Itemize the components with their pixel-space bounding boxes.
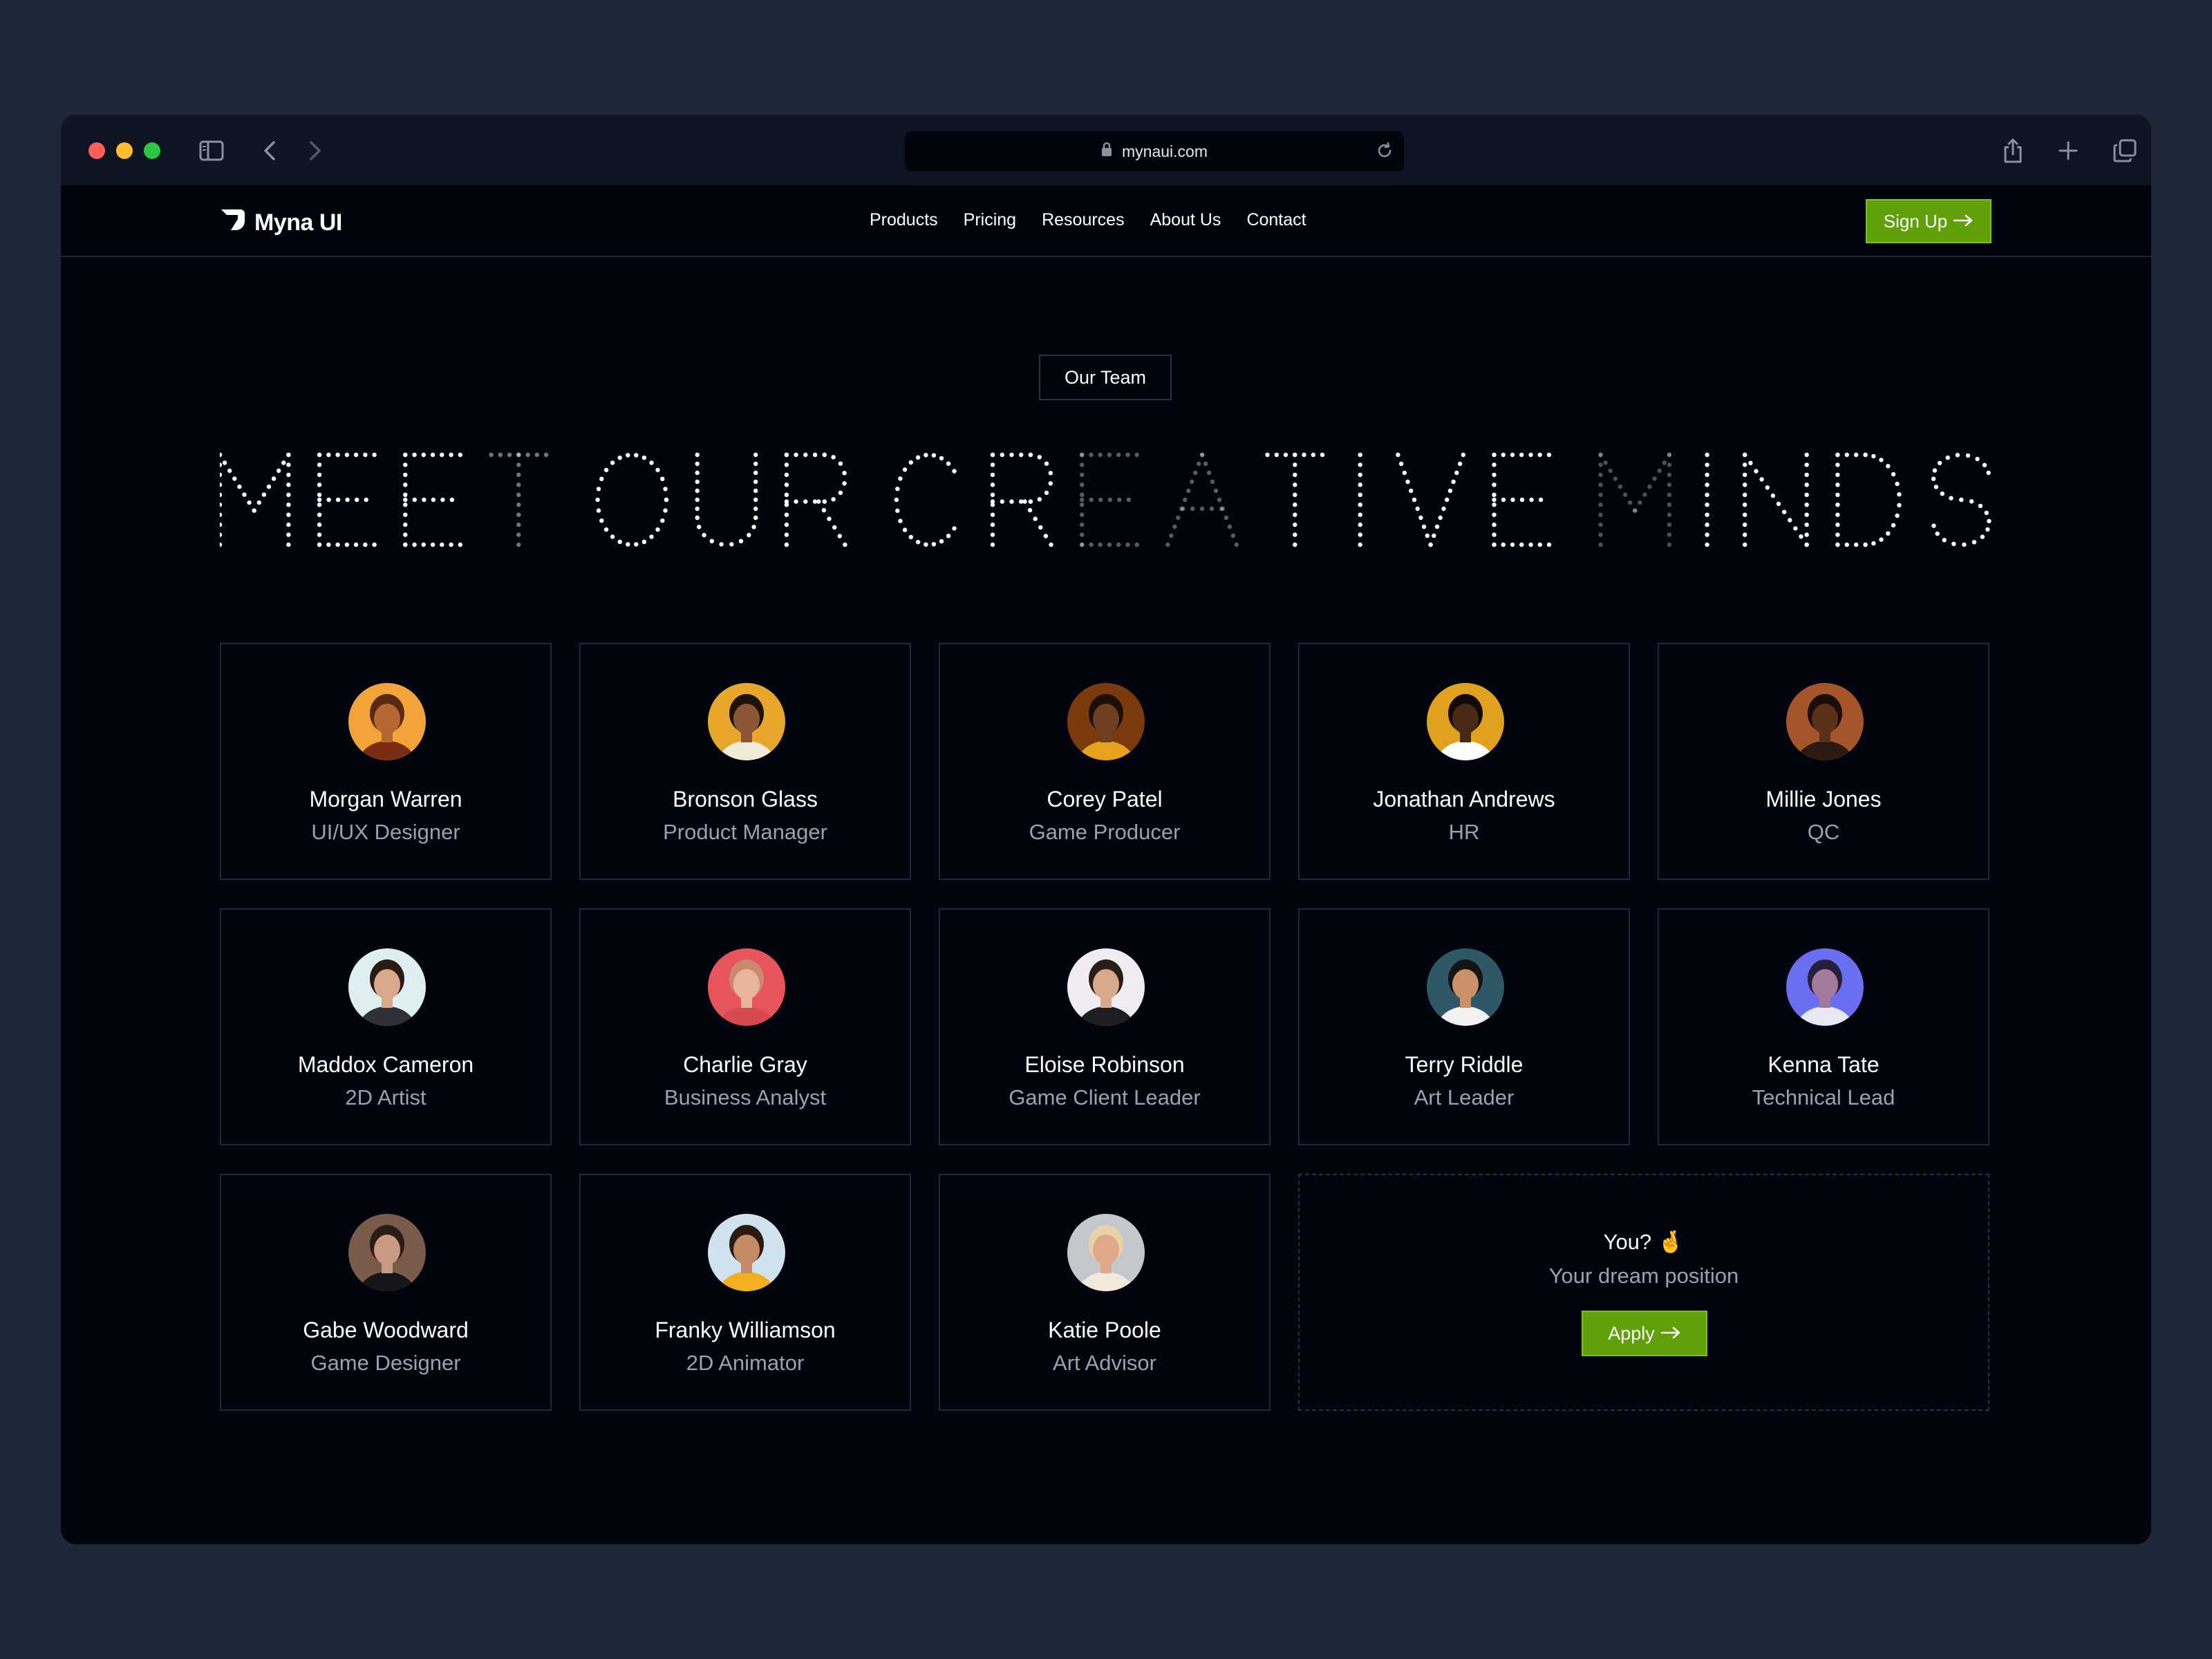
team-member-card[interactable]: Millie Jones QC bbox=[1658, 643, 1989, 880]
avatar bbox=[348, 1214, 426, 1291]
back-chevron-icon[interactable] bbox=[254, 135, 285, 166]
apply-label: Apply bbox=[1608, 1322, 1655, 1344]
reload-icon[interactable] bbox=[1375, 141, 1394, 165]
member-name: Gabe Woodward bbox=[303, 1318, 469, 1342]
tab-overview-icon[interactable] bbox=[2110, 135, 2140, 166]
member-name: Charlie Gray bbox=[683, 1052, 807, 1077]
menu-item-contact[interactable]: Contact bbox=[1246, 210, 1306, 230]
avatar bbox=[1067, 1214, 1145, 1291]
menu-item-about-us[interactable]: About Us bbox=[1150, 210, 1221, 230]
member-role: Game Producer bbox=[1029, 820, 1181, 844]
myna-logo-icon bbox=[220, 207, 247, 238]
avatar bbox=[1786, 948, 1864, 1026]
address-bar[interactable]: mynaui.com bbox=[905, 131, 1404, 171]
member-name: Terry Riddle bbox=[1405, 1052, 1524, 1077]
apply-button[interactable]: Apply bbox=[1582, 1311, 1707, 1356]
menu-item-resources[interactable]: Resources bbox=[1042, 210, 1125, 230]
avatar bbox=[708, 683, 785, 760]
avatar bbox=[348, 948, 426, 1026]
main-menu: Products Pricing Resources About Us Cont… bbox=[870, 210, 1306, 230]
browser-toolbar: mynaui.com bbox=[61, 115, 2151, 185]
team-member-card[interactable]: Eloise Robinson Game Client Leader bbox=[939, 908, 1271, 1145]
member-role: Product Manager bbox=[663, 820, 827, 844]
member-role: QC bbox=[1807, 820, 1840, 844]
member-role: Game Client Leader bbox=[1009, 1085, 1201, 1109]
member-name: Corey Patel bbox=[1047, 787, 1163, 812]
team-member-card[interactable]: Gabe Woodward Game Designer bbox=[220, 1174, 552, 1411]
menu-item-products[interactable]: Products bbox=[870, 210, 938, 230]
team-member-card[interactable]: Katie Poole Art Advisor bbox=[939, 1174, 1271, 1411]
arrow-right-icon bbox=[1953, 211, 1974, 232]
join-title: You? 🤞 bbox=[1603, 1230, 1685, 1254]
sidebar-toggle-icon[interactable] bbox=[196, 135, 227, 166]
lock-icon bbox=[1101, 142, 1112, 161]
member-name: Kenna Tate bbox=[1768, 1052, 1880, 1077]
sign-up-button[interactable]: Sign Up bbox=[1866, 199, 1991, 243]
arrow-right-icon bbox=[1660, 1323, 1681, 1344]
member-name: Maddox Cameron bbox=[297, 1052, 474, 1077]
forward-chevron-icon[interactable] bbox=[300, 135, 330, 166]
team-member-card[interactable]: Maddox Cameron 2D Artist bbox=[220, 908, 552, 1145]
avatar bbox=[708, 1214, 785, 1291]
close-window-button[interactable] bbox=[88, 142, 105, 159]
member-name: Katie Poole bbox=[1048, 1318, 1161, 1342]
member-role: Art Leader bbox=[1414, 1085, 1515, 1109]
avatar bbox=[1427, 683, 1504, 760]
member-name: Millie Jones bbox=[1765, 787, 1882, 812]
join-subtitle: Your dream position bbox=[1548, 1264, 1739, 1288]
team-member-card[interactable]: Corey Patel Game Producer bbox=[939, 643, 1271, 880]
team-member-card[interactable]: Kenna Tate Technical Lead bbox=[1658, 908, 1989, 1145]
sign-up-label: Sign Up bbox=[1883, 210, 1948, 232]
share-icon[interactable] bbox=[1998, 135, 2028, 166]
avatar bbox=[1786, 683, 1864, 760]
member-name: Morgan Warren bbox=[309, 787, 462, 812]
url-text: mynaui.com bbox=[1122, 142, 1208, 160]
team-member-card[interactable]: Franky Williamson 2D Animator bbox=[579, 1174, 911, 1411]
member-name: Bronson Glass bbox=[673, 787, 818, 812]
member-name: Eloise Robinson bbox=[1024, 1052, 1185, 1077]
member-role: HR bbox=[1448, 820, 1480, 844]
new-tab-plus-icon[interactable] bbox=[2053, 135, 2083, 166]
maximize-window-button[interactable] bbox=[144, 142, 160, 159]
member-role: Game Designer bbox=[310, 1351, 461, 1375]
site-logo[interactable]: Myna UI bbox=[220, 207, 342, 238]
menu-item-pricing[interactable]: Pricing bbox=[964, 210, 1016, 230]
member-role: Business Analyst bbox=[664, 1085, 827, 1109]
avatar bbox=[1067, 948, 1145, 1026]
team-member-card[interactable]: Charlie Gray Business Analyst bbox=[579, 908, 911, 1145]
member-role: 2D Animator bbox=[686, 1351, 805, 1375]
logo-text: Myna UI bbox=[254, 209, 342, 236]
team-member-card[interactable]: Bronson Glass Product Manager bbox=[579, 643, 911, 880]
member-role: Art Advisor bbox=[1053, 1351, 1156, 1375]
member-name: Jonathan Andrews bbox=[1373, 787, 1555, 812]
avatar bbox=[1427, 948, 1504, 1026]
site-header: Myna UI Products Pricing Resources About… bbox=[61, 185, 2151, 257]
avatar bbox=[1067, 683, 1145, 760]
member-role: 2D Artist bbox=[345, 1085, 427, 1109]
avatar bbox=[708, 948, 785, 1026]
page-headline bbox=[220, 452, 1991, 547]
minimize-window-button[interactable] bbox=[116, 142, 133, 159]
member-role: Technical Lead bbox=[1752, 1085, 1895, 1109]
member-name: Franky Williamson bbox=[655, 1318, 836, 1342]
join-team-card: You? 🤞 Your dream position Apply bbox=[1298, 1174, 1989, 1411]
team-member-card[interactable]: Jonathan Andrews HR bbox=[1298, 643, 1630, 880]
avatar bbox=[348, 683, 426, 760]
browser-window: mynaui.com Myna UI Products Pricing Reso… bbox=[61, 115, 2151, 1544]
member-role: UI/UX Designer bbox=[311, 820, 460, 844]
section-badge: Our Team bbox=[1039, 355, 1172, 400]
team-member-card[interactable]: Terry Riddle Art Leader bbox=[1298, 908, 1630, 1145]
team-member-card[interactable]: Morgan Warren UI/UX Designer bbox=[220, 643, 552, 880]
